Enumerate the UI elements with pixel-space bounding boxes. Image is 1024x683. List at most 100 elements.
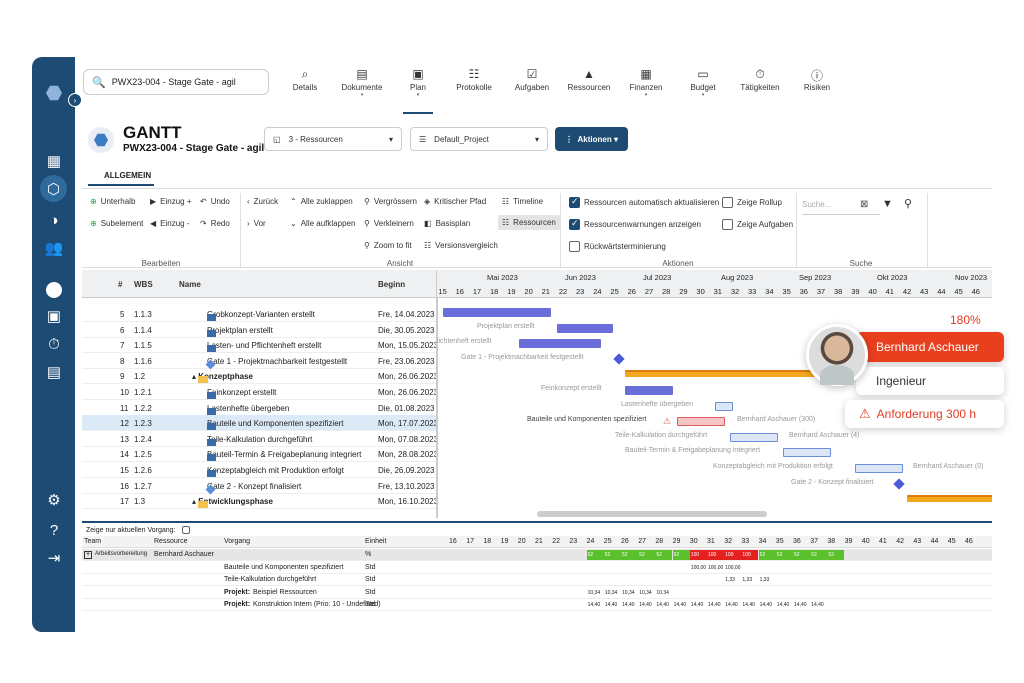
tab-ressourcen[interactable]: ▲ Ressourcen (559, 67, 619, 92)
value-cell: 52 (758, 550, 776, 560)
avatar-icon[interactable] (43, 279, 65, 301)
table-row[interactable]: 11 1.2.2 Lastenhefte übergeben Die, 01.08.2… (82, 400, 437, 416)
undo-button[interactable]: ↶ Undo (200, 197, 230, 206)
table-row[interactable]: 7 1.1.5 Lasten- und Pflichtenheft erstellt… (82, 337, 439, 354)
tab-allgemein[interactable]: ALLGEMEIN (104, 171, 151, 180)
resource-row[interactable]: Teile-Kalkulation durchgeführt Std 1,33 1,3… (82, 574, 992, 586)
aufgaben-checkbox[interactable]: Zeige Aufgaben (722, 219, 793, 230)
row-num: 8 (120, 356, 125, 366)
resource-row[interactable]: Projekt: Beispiel Ressourcen Std 10,34 10,3… (82, 587, 992, 599)
col-beginn: Beginn (378, 280, 406, 289)
logout-icon[interactable]: ⇥ (43, 547, 65, 569)
subelement-button[interactable]: ⊕ Subelement (90, 219, 143, 228)
search-input[interactable]: 🔍 PWX23-004 - Stage Gate - agil (83, 69, 269, 95)
sidebar-expand-icon[interactable]: › (68, 93, 82, 107)
settings-icon[interactable]: ⚙ (43, 489, 65, 511)
table-row[interactable]: 15 1.2.6 Konzeptabgleich mit Produktion er… (82, 462, 437, 478)
current-task-filter[interactable]: Zeige nur aktuellen Vorgang: (86, 526, 190, 534)
tab-details[interactable]: ⌕ Details (275, 67, 335, 92)
gantt-bar[interactable] (519, 339, 601, 349)
project-select[interactable]: ☰ Default_Project ▾ (410, 127, 548, 151)
resource-row[interactable]: Bauteile und Komponenten spezifiziert Std… (82, 562, 992, 574)
table-row[interactable]: 6 1.1.4 Projektplan erstellt Die, 30.05.202… (82, 322, 437, 338)
rollup-checkbox[interactable]: Zeige Rollup (722, 197, 782, 208)
resource-row[interactable]: Projekt: Konstruktion Intern (Prio: 10 -… (82, 599, 992, 611)
search-icon[interactable]: ⚲ (904, 197, 912, 210)
portfolio-icon[interactable]: ◑ (43, 209, 65, 231)
redo-button[interactable]: ↷ Redo (200, 219, 230, 228)
gantt-bar[interactable] (730, 432, 778, 442)
plan-icon: ▣ (412, 67, 424, 81)
table-row[interactable]: 14 1.2.5 Bauteil-Termin & Freigabeplanung … (82, 446, 438, 463)
gantt-bar[interactable] (625, 370, 815, 378)
horizontal-scrollbar[interactable] (537, 511, 767, 517)
table-row[interactable]: 9 1.2 ▴ Konzeptphase Mon, 26.06.2023 (82, 368, 438, 385)
tab-aufgaben[interactable]: ☑ Aufgaben (502, 67, 562, 92)
week-label: 24 (586, 538, 595, 545)
einzug-minus-button[interactable]: ◀ Einzug - (150, 219, 190, 228)
report-icon[interactable]: ▣ (43, 305, 65, 327)
expand-icon[interactable]: + (84, 551, 92, 559)
vergroessern-button[interactable]: ⚲ Vergrössern (364, 197, 417, 206)
unterhalb-button[interactable]: ⊕ Unterhalb (90, 197, 135, 206)
res-warn-checkbox[interactable]: Ressourcenwarnungen anzeigen (569, 218, 701, 230)
vor-button[interactable]: › Vor (247, 219, 266, 228)
tab-dokumente[interactable]: ▤ Dokumente • (332, 67, 392, 99)
einzug-plus-button[interactable]: ▶ Einzug + (150, 197, 192, 206)
dashboard-icon[interactable]: ▦ (43, 150, 65, 172)
alle-zuklappen-button[interactable]: ⌃ Alle zuklappen (290, 197, 353, 206)
row-beginn: Mon, 15.05.2023 (378, 341, 439, 351)
res-auto-checkbox[interactable]: Ressourcen automatisch aktualisieren (569, 196, 719, 208)
bar-label: Gate 1 - Projektmachbarkeit festgestellt (461, 353, 584, 361)
gantt-bar[interactable] (715, 401, 733, 411)
clear-icon[interactable]: ⊠ (860, 199, 868, 210)
tab-protokolle[interactable]: ☷ Protokolle (444, 67, 504, 92)
kritischer-pfad-button[interactable]: ◈ Kritischer Pfad (424, 197, 486, 206)
stopwatch-icon[interactable]: ⏱ (43, 333, 65, 355)
row-wbs: 1.2.1 (134, 388, 152, 397)
chevron-right-icon: › (247, 219, 250, 228)
checkbox-checked-icon (569, 218, 580, 230)
projects-icon[interactable]: ⬡ (40, 175, 67, 202)
gantt-bar[interactable] (443, 308, 551, 317)
tab-tätigkeiten[interactable]: ⏱ Tätigkeiten (730, 67, 790, 92)
timeline-button[interactable]: ☷ Timeline (502, 197, 543, 206)
basisplan-button[interactable]: ◧ Basisplan (424, 219, 470, 228)
table-row[interactable]: 8 1.1.6 Gate 1 - Projektmachbarkeit festge… (82, 353, 437, 370)
actions-button[interactable]: ⋮ Aktionen ▾ (555, 127, 628, 151)
versionsvergleich-button[interactable]: ☷ Versionsvergleich (424, 241, 498, 250)
tab-budget[interactable]: ▭ Budget • (673, 67, 733, 99)
gantt-bar[interactable] (625, 386, 673, 395)
table-row[interactable]: 5 1.1.3 Grobkonzept-Varianten erstellt Fre,… (82, 306, 437, 322)
gantt-bar[interactable] (907, 495, 992, 503)
gantt-bar[interactable] (677, 417, 725, 427)
label: Vor (253, 219, 266, 228)
tab-risiken[interactable]: ⓘ Risiken (787, 67, 847, 92)
alle-aufklappen-button[interactable]: ⌄ Alle aufklappen (290, 219, 355, 228)
ressourcen-toggle-button[interactable]: ☷ Ressourcen (498, 215, 560, 230)
gantt-bar[interactable] (855, 464, 903, 473)
table-row[interactable]: 12 1.2.3 Bauteile und Komponenten spezifiz… (82, 415, 438, 432)
gantt-bar[interactable] (783, 448, 831, 458)
logo-hex-icon[interactable] (43, 82, 65, 104)
filter-icon[interactable]: ▼ (882, 198, 893, 210)
users-icon[interactable]: 👥 (43, 237, 65, 259)
table-row[interactable]: 17 1.3 ▴ Entwicklungsphase Mon, 16.10.2023 (82, 493, 438, 510)
calendar-icon[interactable]: ▤ (43, 361, 65, 383)
table-row[interactable]: 13 1.2.4 Teile-Kalkulation durchgeführt Mon… (82, 431, 438, 447)
help-icon[interactable]: ? (43, 519, 65, 541)
milestone-marker[interactable] (613, 353, 625, 365)
rueckwaerts-checkbox[interactable]: Rückwärtsterminierung (569, 241, 666, 252)
zoom-to-fit-button[interactable]: ⚲ Zoom to fit (364, 241, 412, 250)
zurueck-button[interactable]: ‹ Zurück (247, 197, 278, 206)
resources-icon: ☷ (502, 218, 510, 227)
gantt-bar[interactable] (557, 323, 613, 333)
resource-row[interactable]: + Arbeitsvorbereitung Bernhard Aschauer% 52… (82, 549, 992, 561)
tab-finanzen[interactable]: ▦ Finanzen • (616, 67, 676, 99)
milestone-marker[interactable] (893, 477, 905, 490)
view-select[interactable]: ◱ 3 - Ressourcen ▾ (264, 127, 402, 151)
table-row[interactable]: 16 1.2.7 Gate 2 - Konzept finalisiert Fre, … (82, 478, 437, 495)
tab-plan[interactable]: ▣ Plan • (388, 67, 448, 114)
table-row[interactable]: 10 1.2.1 Feinkonzept erstellt Mon, 26.06.20… (82, 384, 438, 400)
verkleinern-button[interactable]: ⚲ Verkleinern (364, 219, 414, 228)
